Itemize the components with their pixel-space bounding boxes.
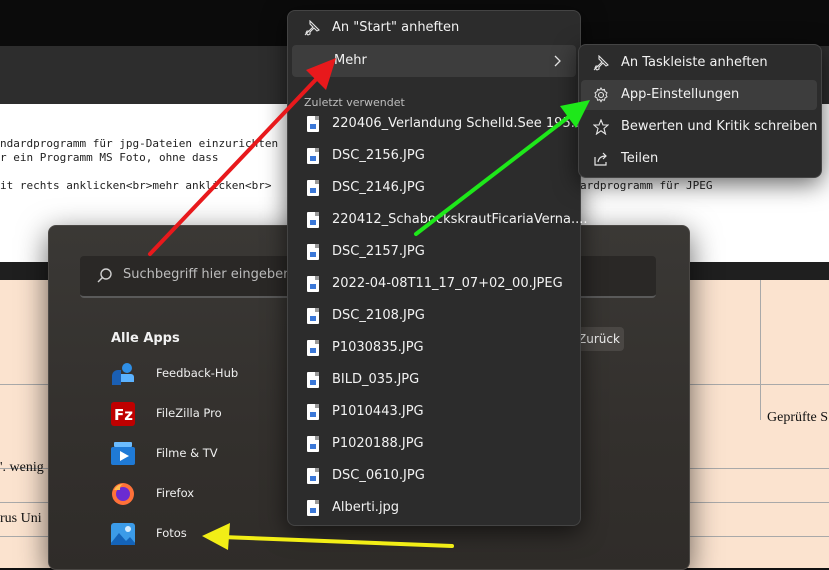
app-label: Feedback-Hub — [156, 366, 239, 380]
file-label: 220406_Verlandung Schelld.See 195... — [332, 116, 584, 131]
menu-label: An "Start" anheften — [332, 20, 460, 35]
gear-icon — [594, 87, 608, 103]
app-label: Firefox — [156, 486, 195, 500]
image-file-icon — [307, 436, 319, 452]
recent-file-item[interactable]: DSC_0610.JPG — [290, 460, 578, 492]
image-file-icon — [307, 212, 319, 228]
image-file-icon — [307, 276, 319, 292]
share-icon — [594, 152, 607, 166]
file-label: 220412_SchabockskrautFicariaVerna.... — [332, 212, 588, 227]
pin-icon — [593, 55, 609, 71]
app-label: Fotos — [156, 526, 187, 540]
more-item[interactable]: Mehr — [292, 45, 576, 77]
image-file-icon — [307, 180, 319, 196]
feedback-hub-icon — [112, 363, 134, 385]
all-apps-title: Alle Apps — [111, 331, 180, 346]
image-file-icon — [307, 244, 319, 260]
image-file-icon — [307, 308, 319, 324]
menu-label: App-Einstellungen — [621, 87, 740, 102]
pin-to-start-item[interactable]: An "Start" anheften — [290, 12, 578, 44]
code-line: it rechts anklicken<br>mehr anklicken<br… — [0, 179, 272, 192]
app-label: Filme & TV — [156, 446, 218, 460]
movies-tv-icon — [111, 442, 135, 465]
chevron-right-icon — [554, 55, 561, 67]
recent-file-item[interactable]: P1020188.JPG — [290, 428, 578, 460]
recent-file-item[interactable]: P1010443.JPG — [290, 396, 578, 428]
recent-file-item[interactable]: P1030835.JPG — [290, 332, 578, 364]
image-file-icon — [307, 148, 319, 164]
more-submenu: An Taskleiste anheften App-Einstellungen… — [578, 44, 822, 178]
share-item[interactable]: Teilen — [581, 144, 817, 174]
image-file-icon — [307, 340, 319, 356]
image-file-icon — [307, 116, 319, 132]
back-button[interactable]: Zurück — [574, 327, 624, 351]
recent-file-item[interactable]: DSC_2156.JPG — [290, 140, 578, 172]
file-label: DSC_2108.JPG — [332, 308, 425, 323]
photos-icon — [111, 523, 135, 545]
menu-label: An Taskleiste anheften — [621, 55, 768, 70]
image-file-icon — [307, 468, 319, 484]
pin-icon — [304, 20, 320, 36]
file-label: P1010443.JPG — [332, 404, 424, 419]
recent-file-item[interactable]: BILD_035.JPG — [290, 364, 578, 396]
code-line: r ein Programm MS Foto, ohne dass — [0, 151, 219, 164]
recent-file-item[interactable]: Alberti.jpg — [290, 492, 578, 524]
file-label: DSC_2146.JPG — [332, 180, 425, 195]
recent-file-item[interactable]: DSC_2146.JPG — [290, 172, 578, 204]
code-line: ndardprogramm für jpg-Dateien einzuricht… — [0, 137, 279, 150]
recent-file-item[interactable]: 220406_Verlandung Schelld.See 195... — [290, 108, 583, 140]
image-file-icon — [307, 500, 319, 516]
file-label: DSC_0610.JPG — [332, 468, 425, 483]
filezilla-icon: Fz — [111, 402, 135, 426]
file-label: Alberti.jpg — [332, 500, 400, 515]
svg-text:Fz: Fz — [114, 406, 133, 424]
file-label: 2022-04-08T11_17_07+02_00.JPEG — [332, 276, 563, 291]
file-label: P1020188.JPG — [332, 436, 424, 451]
jump-list-menu: An "Start" anheften Mehr Zuletzt verwend… — [287, 10, 587, 526]
search-icon — [97, 268, 112, 283]
star-icon — [593, 119, 609, 135]
file-label: P1030835.JPG — [332, 340, 424, 355]
app-label: FileZilla Pro — [156, 406, 222, 420]
file-label: DSC_2156.JPG — [332, 148, 425, 163]
recent-file-item[interactable]: 220412_SchabockskrautFicariaVerna.... — [290, 204, 587, 236]
recent-file-item[interactable]: DSC_2108.JPG — [290, 300, 578, 332]
file-label: BILD_035.JPG — [332, 372, 420, 387]
app-settings-item[interactable]: App-Einstellungen — [581, 80, 817, 110]
table-cell: '. wenig — [0, 460, 44, 475]
table-cell: rus Uni — [0, 511, 42, 526]
rate-review-item[interactable]: Bewerten und Kritik schreiben — [581, 112, 817, 142]
recent-file-item[interactable]: 2022-04-08T11_17_07+02_00.JPEG — [290, 268, 578, 300]
image-file-icon — [307, 372, 319, 388]
search-placeholder: Suchbegriff hier eingeben — [123, 267, 292, 282]
image-file-icon — [307, 404, 319, 420]
recent-file-item[interactable]: DSC_2157.JPG — [290, 236, 578, 268]
menu-label: Bewerten und Kritik schreiben — [621, 119, 818, 134]
pin-to-taskbar-item[interactable]: An Taskleiste anheften — [581, 48, 817, 78]
file-label: DSC_2157.JPG — [332, 244, 425, 259]
menu-label: Mehr — [334, 53, 367, 68]
code-line: ardprogramm für JPEG — [580, 179, 713, 192]
table-cell: Geprüfte S — [767, 410, 829, 425]
menu-label: Teilen — [621, 151, 659, 166]
firefox-icon — [112, 483, 134, 505]
